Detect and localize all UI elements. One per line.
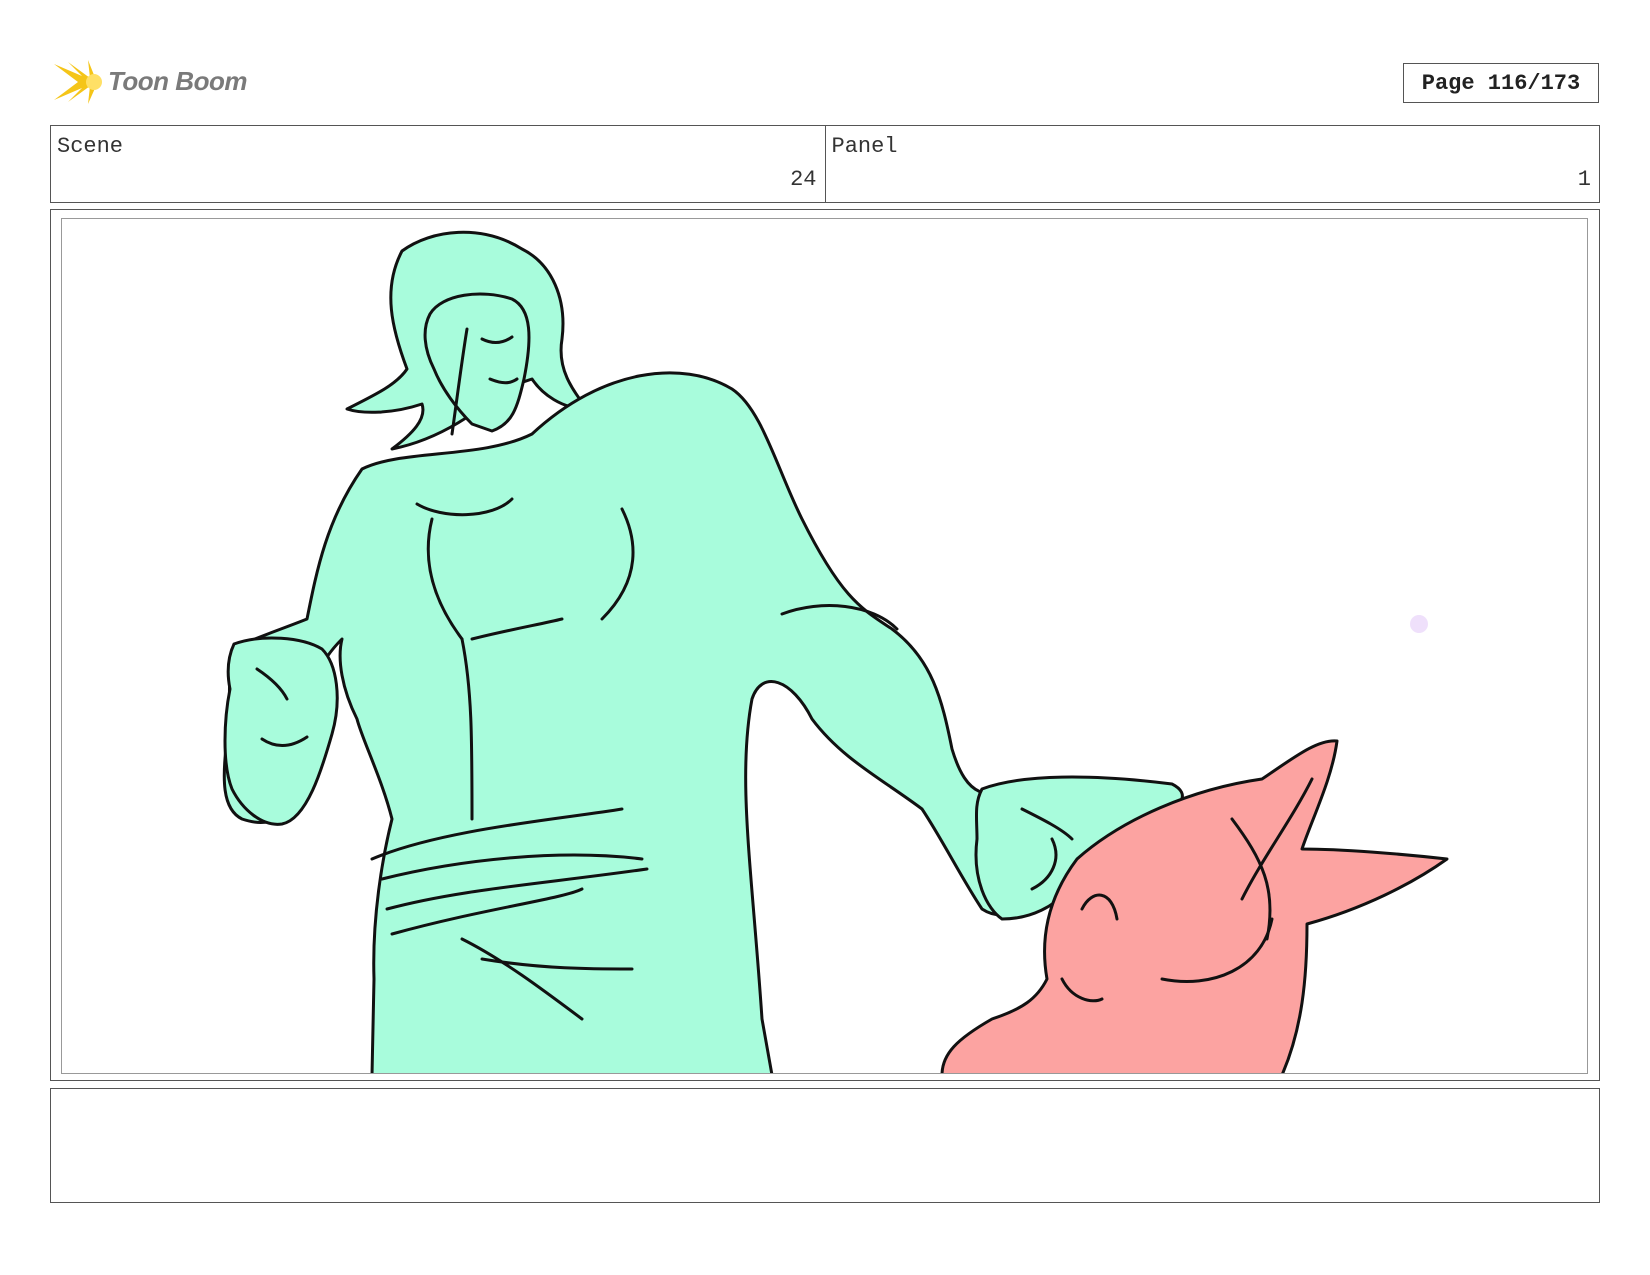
storyboard-drawing — [61, 218, 1588, 1074]
panel-value: 1 — [1577, 167, 1591, 192]
logo-burst-icon — [54, 60, 102, 104]
page-counter: Page 116/173 — [1403, 63, 1599, 103]
scene-cell: Scene 24 — [51, 126, 825, 202]
panel-label: Panel — [831, 134, 898, 159]
scene-label: Scene — [57, 134, 124, 159]
scene-value: 24 — [790, 167, 817, 192]
sketch-illustration — [222, 230, 1449, 1073]
logo-text: Toon Boom — [108, 66, 247, 96]
panel-notes-box — [50, 1088, 1600, 1203]
panel-cell: Panel 1 — [824, 126, 1600, 202]
stray-dot — [1410, 615, 1428, 633]
scene-panel-header: Scene 24 Panel 1 — [50, 125, 1600, 203]
character-figure — [222, 230, 1184, 1073]
toon-boom-logo: Toon Boom — [52, 56, 252, 108]
